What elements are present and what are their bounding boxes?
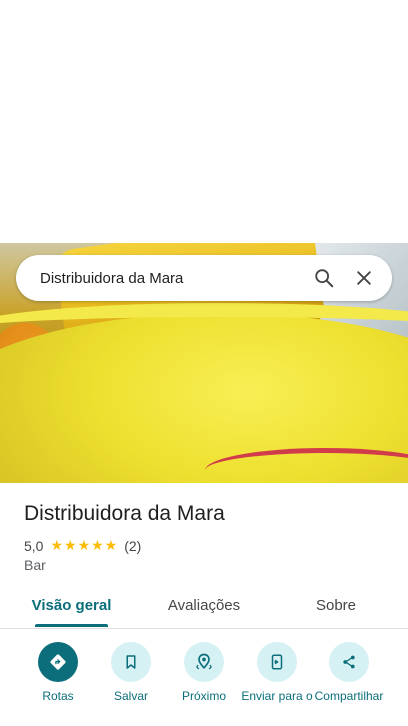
- rating-value: 5,0: [24, 537, 44, 554]
- send-to-phone-icon: [257, 642, 297, 682]
- send-to-phone-button[interactable]: Enviar para o: [237, 642, 317, 703]
- directions-label: Rotas: [42, 689, 74, 703]
- send-to-phone-label: Enviar para o: [241, 689, 313, 703]
- active-tab-indicator: [35, 624, 108, 627]
- rating-row[interactable]: 5,0 ★★★★★ (2): [24, 537, 141, 554]
- tab-bar: Visão geral Avaliações Sobre: [0, 584, 408, 629]
- directions-icon: [38, 642, 78, 682]
- nearby-icon: [184, 642, 224, 682]
- directions-button[interactable]: Rotas: [18, 642, 98, 703]
- place-title: Distribuidora da Mara: [24, 502, 225, 525]
- bookmark-icon: [111, 642, 151, 682]
- search-bar[interactable]: Distribuidora da Mara: [16, 255, 392, 301]
- blank-area: [0, 0, 408, 243]
- action-bar: Rotas Salvar Próximo Enviar para o Compa…: [0, 642, 408, 726]
- star-rating: ★★★★★: [50, 537, 119, 553]
- search-input[interactable]: Distribuidora da Mara: [40, 270, 312, 287]
- place-category: Bar: [24, 557, 46, 573]
- nearby-button[interactable]: Próximo: [164, 642, 244, 703]
- save-button[interactable]: Salvar: [91, 642, 171, 703]
- nearby-label: Próximo: [181, 689, 226, 703]
- tab-overview[interactable]: Visão geral: [25, 584, 118, 626]
- save-label: Salvar: [113, 689, 148, 703]
- search-icon[interactable]: [312, 266, 336, 290]
- share-label: Compartilhar: [314, 689, 384, 703]
- close-icon[interactable]: [352, 266, 376, 290]
- share-icon: [329, 642, 369, 682]
- tab-about[interactable]: Sobre: [296, 584, 376, 626]
- share-button[interactable]: Compartilhar: [309, 642, 389, 703]
- review-count[interactable]: (2): [124, 538, 141, 554]
- tab-reviews[interactable]: Avaliações: [154, 584, 254, 626]
